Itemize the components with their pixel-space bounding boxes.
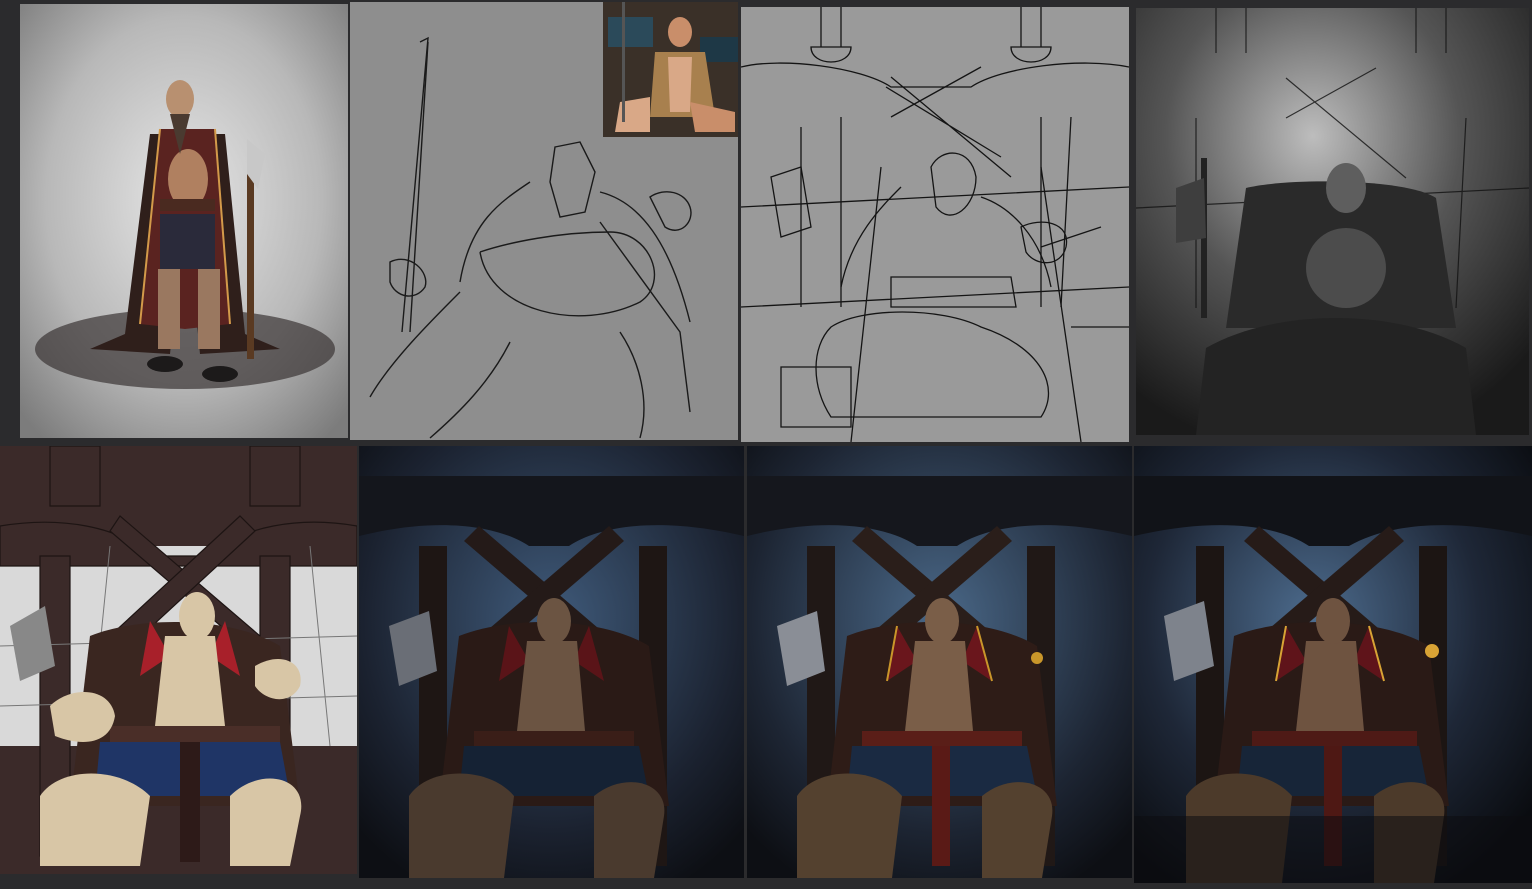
line-art-image [741,7,1129,442]
flat-color-image [0,446,357,874]
rough-sketch-image [350,2,738,440]
final-render-image [1134,446,1532,883]
line-art-panel[interactable] [741,7,1129,442]
rough-sketch-panel[interactable] [350,2,738,440]
reference-photo-inset [603,2,738,137]
color-render-2-panel[interactable] [747,446,1132,878]
concept-panel[interactable] [20,4,348,438]
render-stage-2-image [747,446,1132,878]
grayscale-panel[interactable] [1136,8,1529,435]
grayscale-value-image [1136,8,1529,435]
color-render-1-panel[interactable] [359,446,744,878]
render-stage-1-image [359,446,744,878]
final-render-panel[interactable] [1134,446,1532,883]
flat-colors-panel[interactable] [0,446,357,874]
warrior-standing-concept-image [20,4,348,438]
